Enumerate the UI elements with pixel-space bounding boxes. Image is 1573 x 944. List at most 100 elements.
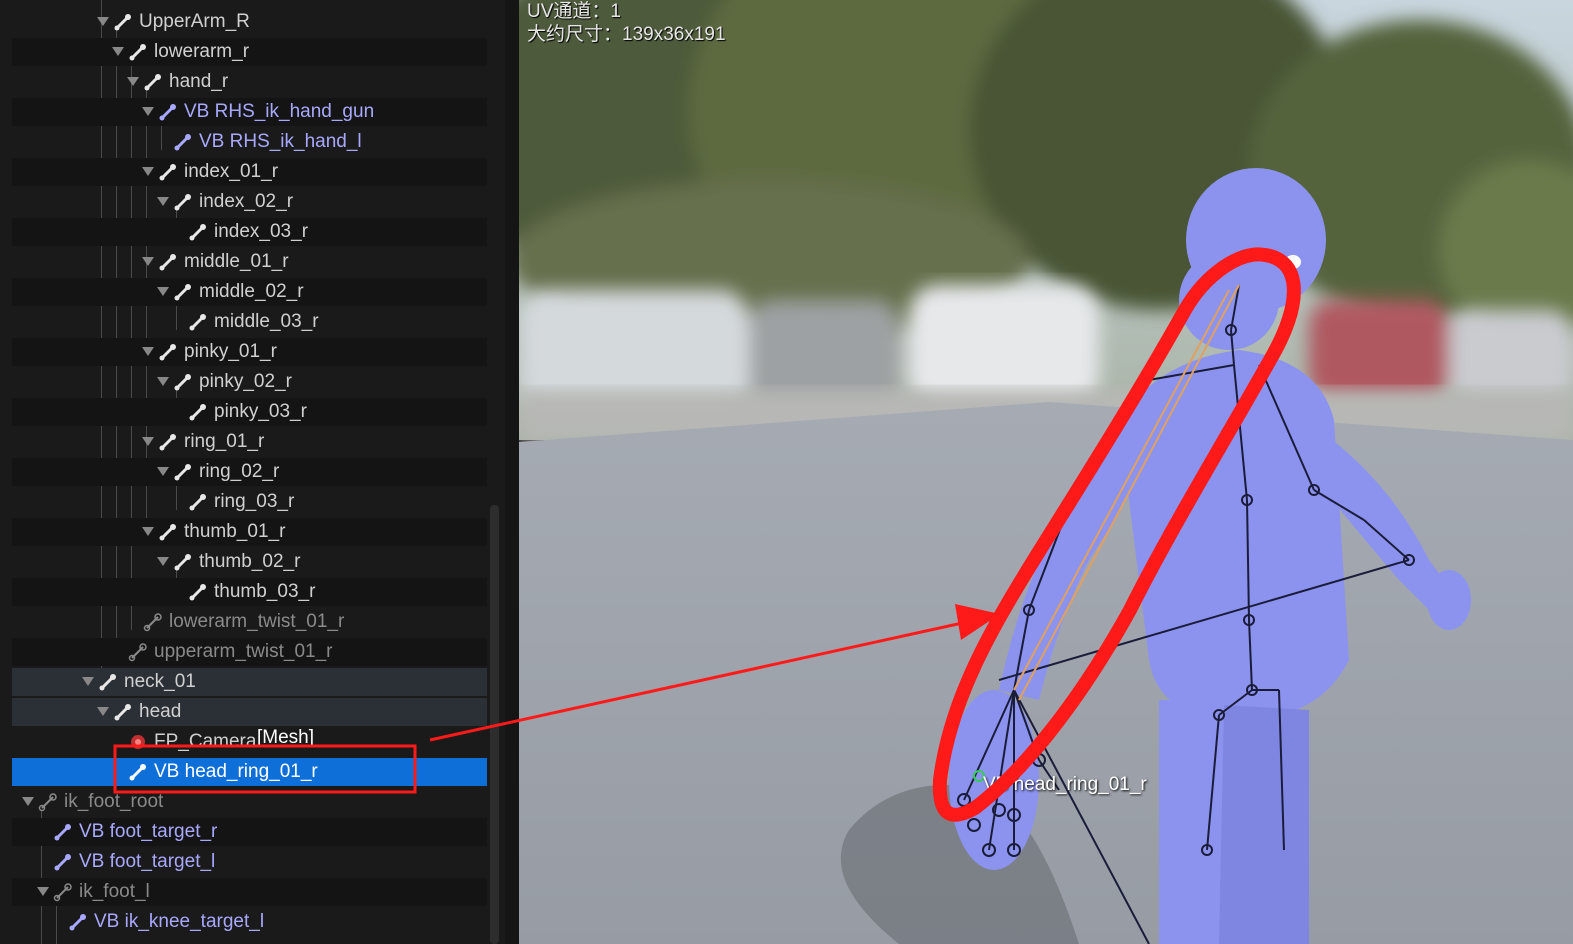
- expand-arrow-icon[interactable]: [142, 167, 154, 176]
- tree-row[interactable]: lowerarm_twist_01_r: [12, 608, 487, 636]
- viewport-bone-label: VB head_ring_01_r: [983, 774, 1147, 795]
- expand-arrow-icon[interactable]: [142, 257, 154, 266]
- tree-row[interactable]: thumb_02_r: [12, 548, 487, 576]
- tree-scrollbar[interactable]: [490, 505, 499, 944]
- tree-row[interactable]: pinky_01_r: [12, 338, 487, 366]
- bone-icon: [188, 402, 208, 422]
- tree-row[interactable]: hand_r: [12, 68, 487, 96]
- bone-icon: [98, 672, 118, 692]
- tree-row-label: lowerarm_twist_01_r: [169, 611, 345, 632]
- tree-row[interactable]: head: [12, 698, 487, 726]
- bone-icon: [173, 282, 193, 302]
- tree-row-label: UpperArm_R: [139, 11, 250, 32]
- tree-row[interactable]: neck_01: [12, 668, 487, 696]
- tree-row-label: index_01_r: [184, 161, 279, 182]
- expand-arrow-icon[interactable]: [157, 467, 169, 476]
- tree-row[interactable]: index_01_r: [12, 158, 487, 186]
- bone-icon: [188, 492, 208, 512]
- tree-row[interactable]: ik_foot_l: [12, 878, 487, 906]
- uv-channel-text: UV通道：1: [527, 1, 621, 22]
- virtual-bone-icon: [68, 912, 88, 932]
- tree-row-label: pinky_03_r: [214, 401, 307, 422]
- tree-row[interactable]: thumb_01_r: [12, 518, 487, 546]
- tree-row[interactable]: ik_foot_root: [12, 788, 487, 816]
- tree-row[interactable]: middle_03_r: [12, 308, 487, 336]
- tree-row-label: head: [139, 701, 182, 722]
- bone-icon: [158, 342, 178, 362]
- tree-row-label: pinky_02_r: [199, 371, 292, 392]
- tree-row-label: lowerarm_r: [154, 41, 250, 62]
- tree-row-label: VB RHS_ik_hand_gun: [184, 101, 375, 122]
- tree-row-label: neck_01: [124, 671, 196, 692]
- preview-viewport[interactable]: UV通道：1 大约尺寸：139x36x191 VB head_ring_01_r: [519, 0, 1573, 944]
- tree-row-label: pinky_01_r: [184, 341, 277, 362]
- expand-arrow-icon[interactable]: [127, 77, 139, 86]
- tree-row[interactable]: lowerarm_r: [12, 38, 487, 66]
- bone-icon: [173, 462, 193, 482]
- socket-icon: [128, 732, 148, 752]
- tree-row-label: VB foot_target_l: [79, 851, 216, 872]
- tree-row[interactable]: middle_02_r: [12, 278, 487, 306]
- tree-row[interactable]: index_03_r: [12, 218, 487, 246]
- expand-arrow-icon[interactable]: [142, 527, 154, 536]
- tree-row[interactable]: VB foot_target_r: [12, 818, 487, 846]
- tree-row[interactable]: middle_01_r: [12, 248, 487, 276]
- bone-icon: [188, 222, 208, 242]
- tree-row[interactable]: thumb_03_r: [12, 578, 487, 606]
- tree-row-label: VB head_ring_01_r: [154, 761, 318, 782]
- tree-row-label: ring_03_r: [214, 491, 295, 512]
- tree-row[interactable]: UpperArm_R: [12, 8, 487, 36]
- expand-arrow-icon[interactable]: [22, 797, 34, 806]
- tree-row[interactable]: pinky_03_r: [12, 398, 487, 426]
- viewport-scene: [519, 0, 1573, 944]
- expand-arrow-icon[interactable]: [142, 347, 154, 356]
- tree-row-label: VB foot_target_r: [79, 821, 218, 842]
- tree-row[interactable]: VB foot_target_l: [12, 848, 487, 876]
- tree-row[interactable]: upperarm_twist_01_r: [12, 638, 487, 666]
- tree-row[interactable]: index_02_r: [12, 188, 487, 216]
- tree-row[interactable]: ring_02_r: [12, 458, 487, 486]
- expand-arrow-icon[interactable]: [82, 677, 94, 686]
- tree-row-suffix: [Mesh]: [257, 727, 315, 748]
- tree-row[interactable]: VB ik_knee_target_l: [12, 908, 487, 936]
- tree-row[interactable]: VB RHS_ik_hand_l: [12, 128, 487, 156]
- expand-arrow-icon[interactable]: [112, 47, 124, 56]
- tree-row[interactable]: VB head_ring_01_r: [12, 758, 487, 786]
- tree-row-label: VB ik_knee_target_l: [94, 911, 265, 932]
- expand-arrow-icon[interactable]: [97, 17, 109, 26]
- tree-row[interactable]: VB RHS_ik_hand_gun: [12, 98, 487, 126]
- tree-row[interactable]: ring_03_r: [12, 488, 487, 516]
- bone-icon: [128, 42, 148, 62]
- tree-row-label: VB RHS_ik_hand_l: [199, 131, 362, 152]
- expand-arrow-icon[interactable]: [97, 707, 109, 716]
- expand-arrow-icon[interactable]: [157, 557, 169, 566]
- tree-row-label: hand_r: [169, 71, 229, 92]
- unweighted-bone-icon: [128, 642, 148, 662]
- tree-row-label: middle_01_r: [184, 251, 289, 272]
- bone-icon: [113, 702, 133, 722]
- tree-row[interactable]: pinky_02_r: [12, 368, 487, 396]
- expand-arrow-icon[interactable]: [142, 107, 154, 116]
- tree-row-label: thumb_01_r: [184, 521, 286, 542]
- tree-row-label: upperarm_twist_01_r: [154, 641, 333, 662]
- tree-row-label: ik_foot_l: [79, 881, 150, 902]
- viewport-stats: UV通道：1 大约尺寸：139x36x191: [527, 0, 726, 46]
- bone-icon: [113, 12, 133, 32]
- tree-row-label: index_03_r: [214, 221, 309, 242]
- tree-row-label: middle_02_r: [199, 281, 304, 302]
- expand-arrow-icon[interactable]: [157, 287, 169, 296]
- expand-arrow-icon[interactable]: [157, 197, 169, 206]
- virtual-bone-icon: [128, 762, 148, 782]
- expand-arrow-icon[interactable]: [157, 377, 169, 386]
- approx-size-text: 大约尺寸：139x36x191: [527, 24, 726, 45]
- expand-arrow-icon[interactable]: [37, 887, 49, 896]
- unweighted-bone-icon: [38, 792, 58, 812]
- tree-row-label: ring_01_r: [184, 431, 265, 452]
- tree-row[interactable]: FP_Camera [Mesh]: [12, 727, 487, 756]
- virtual-bone-icon: [173, 132, 193, 152]
- expand-arrow-icon[interactable]: [142, 437, 154, 446]
- tree-row[interactable]: ring_01_r: [12, 428, 487, 456]
- bone-icon: [188, 582, 208, 602]
- bone-icon: [158, 432, 178, 452]
- bone-icon: [173, 192, 193, 212]
